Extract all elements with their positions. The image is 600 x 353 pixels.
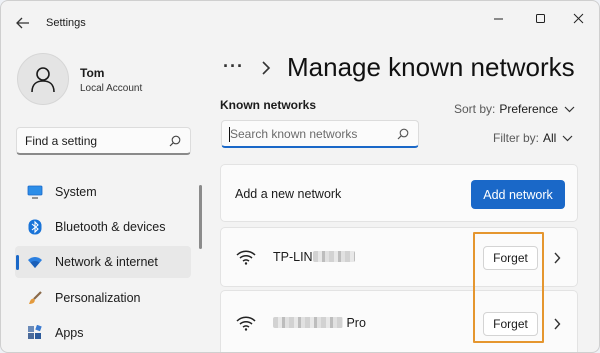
sidebar-item-apps[interactable]: Apps bbox=[15, 317, 191, 349]
network-name: Pro bbox=[273, 316, 366, 330]
account-type: Local Account bbox=[80, 83, 143, 94]
search-icon bbox=[397, 128, 409, 140]
settings-window: Settings Tom Local Account System bbox=[0, 0, 600, 353]
filter-dropdown[interactable]: Filter by: All bbox=[493, 131, 573, 145]
paintbrush-icon bbox=[27, 290, 43, 306]
forget-button[interactable]: Forget bbox=[483, 312, 538, 336]
sidebar-item-label: Bluetooth & devices bbox=[55, 220, 166, 234]
active-indicator bbox=[16, 255, 19, 270]
chevron-right-icon bbox=[554, 318, 561, 330]
sidebar-scrollbar[interactable] bbox=[199, 185, 202, 249]
user-icon bbox=[31, 67, 55, 93]
user-name: Tom bbox=[80, 66, 105, 80]
close-icon bbox=[573, 13, 583, 23]
sidebar-item-label: Personalization bbox=[55, 291, 141, 305]
known-networks-search-input[interactable] bbox=[230, 126, 390, 142]
sidebar-item-label: Network & internet bbox=[55, 255, 158, 269]
sort-label: Sort by: bbox=[454, 102, 496, 116]
network-row[interactable]: TP-LIN Forget bbox=[220, 227, 578, 287]
sidebar-item-personalization[interactable]: Personalization bbox=[15, 282, 191, 314]
filter-value: All bbox=[543, 131, 557, 145]
network-name: TP-LIN bbox=[273, 250, 355, 264]
search-icon bbox=[169, 135, 181, 147]
wifi-icon bbox=[236, 250, 256, 265]
network-name-prefix: TP-LIN bbox=[273, 250, 313, 264]
sort-value: Preference bbox=[499, 102, 559, 116]
minimize-icon bbox=[493, 18, 503, 19]
sidebar-item-bluetooth[interactable]: Bluetooth & devices bbox=[15, 211, 191, 243]
add-network-card: Add a new network Add network bbox=[220, 164, 578, 222]
avatar[interactable] bbox=[17, 53, 69, 105]
back-button[interactable] bbox=[13, 14, 33, 32]
bluetooth-icon bbox=[27, 219, 43, 235]
app-title: Settings bbox=[46, 17, 86, 29]
monitor-icon bbox=[27, 184, 43, 200]
wifi-icon bbox=[236, 316, 256, 331]
find-setting-input[interactable] bbox=[25, 133, 165, 149]
maximize-button[interactable] bbox=[525, 9, 555, 27]
filter-label: Filter by: bbox=[493, 131, 540, 145]
minimize-button[interactable] bbox=[483, 9, 513, 27]
network-name-suffix: Pro bbox=[343, 316, 366, 330]
chevron-down-icon bbox=[564, 106, 575, 112]
back-arrow-icon bbox=[16, 17, 29, 29]
known-networks-label: Known networks bbox=[220, 98, 317, 112]
apps-icon bbox=[27, 325, 43, 341]
close-button[interactable] bbox=[563, 9, 593, 27]
known-networks-search-box[interactable] bbox=[221, 120, 419, 148]
breadcrumb-more[interactable]: ··· bbox=[223, 56, 244, 77]
maximize-icon bbox=[535, 13, 545, 23]
title-bar: Settings bbox=[1, 1, 599, 45]
find-setting-box[interactable] bbox=[16, 127, 191, 155]
sidebar-item-label: System bbox=[55, 185, 97, 199]
chevron-down-icon bbox=[562, 135, 573, 141]
add-network-label: Add a new network bbox=[235, 187, 342, 201]
network-row[interactable]: Pro Forget bbox=[220, 290, 578, 352]
chevron-right-icon bbox=[262, 61, 271, 75]
chevron-right-icon bbox=[554, 252, 561, 264]
add-network-button[interactable]: Add network bbox=[471, 180, 565, 209]
forget-button[interactable]: Forget bbox=[483, 246, 538, 270]
redacted-text bbox=[273, 317, 343, 328]
page-title: Manage known networks bbox=[287, 52, 575, 82]
sidebar-item-system[interactable]: System bbox=[15, 176, 191, 208]
sidebar-item-label: Apps bbox=[55, 326, 84, 340]
wifi-icon bbox=[27, 254, 43, 270]
sidebar-item-network[interactable]: Network & internet bbox=[15, 246, 191, 278]
sort-dropdown[interactable]: Sort by: Preference bbox=[454, 102, 575, 116]
redacted-text bbox=[312, 251, 355, 262]
